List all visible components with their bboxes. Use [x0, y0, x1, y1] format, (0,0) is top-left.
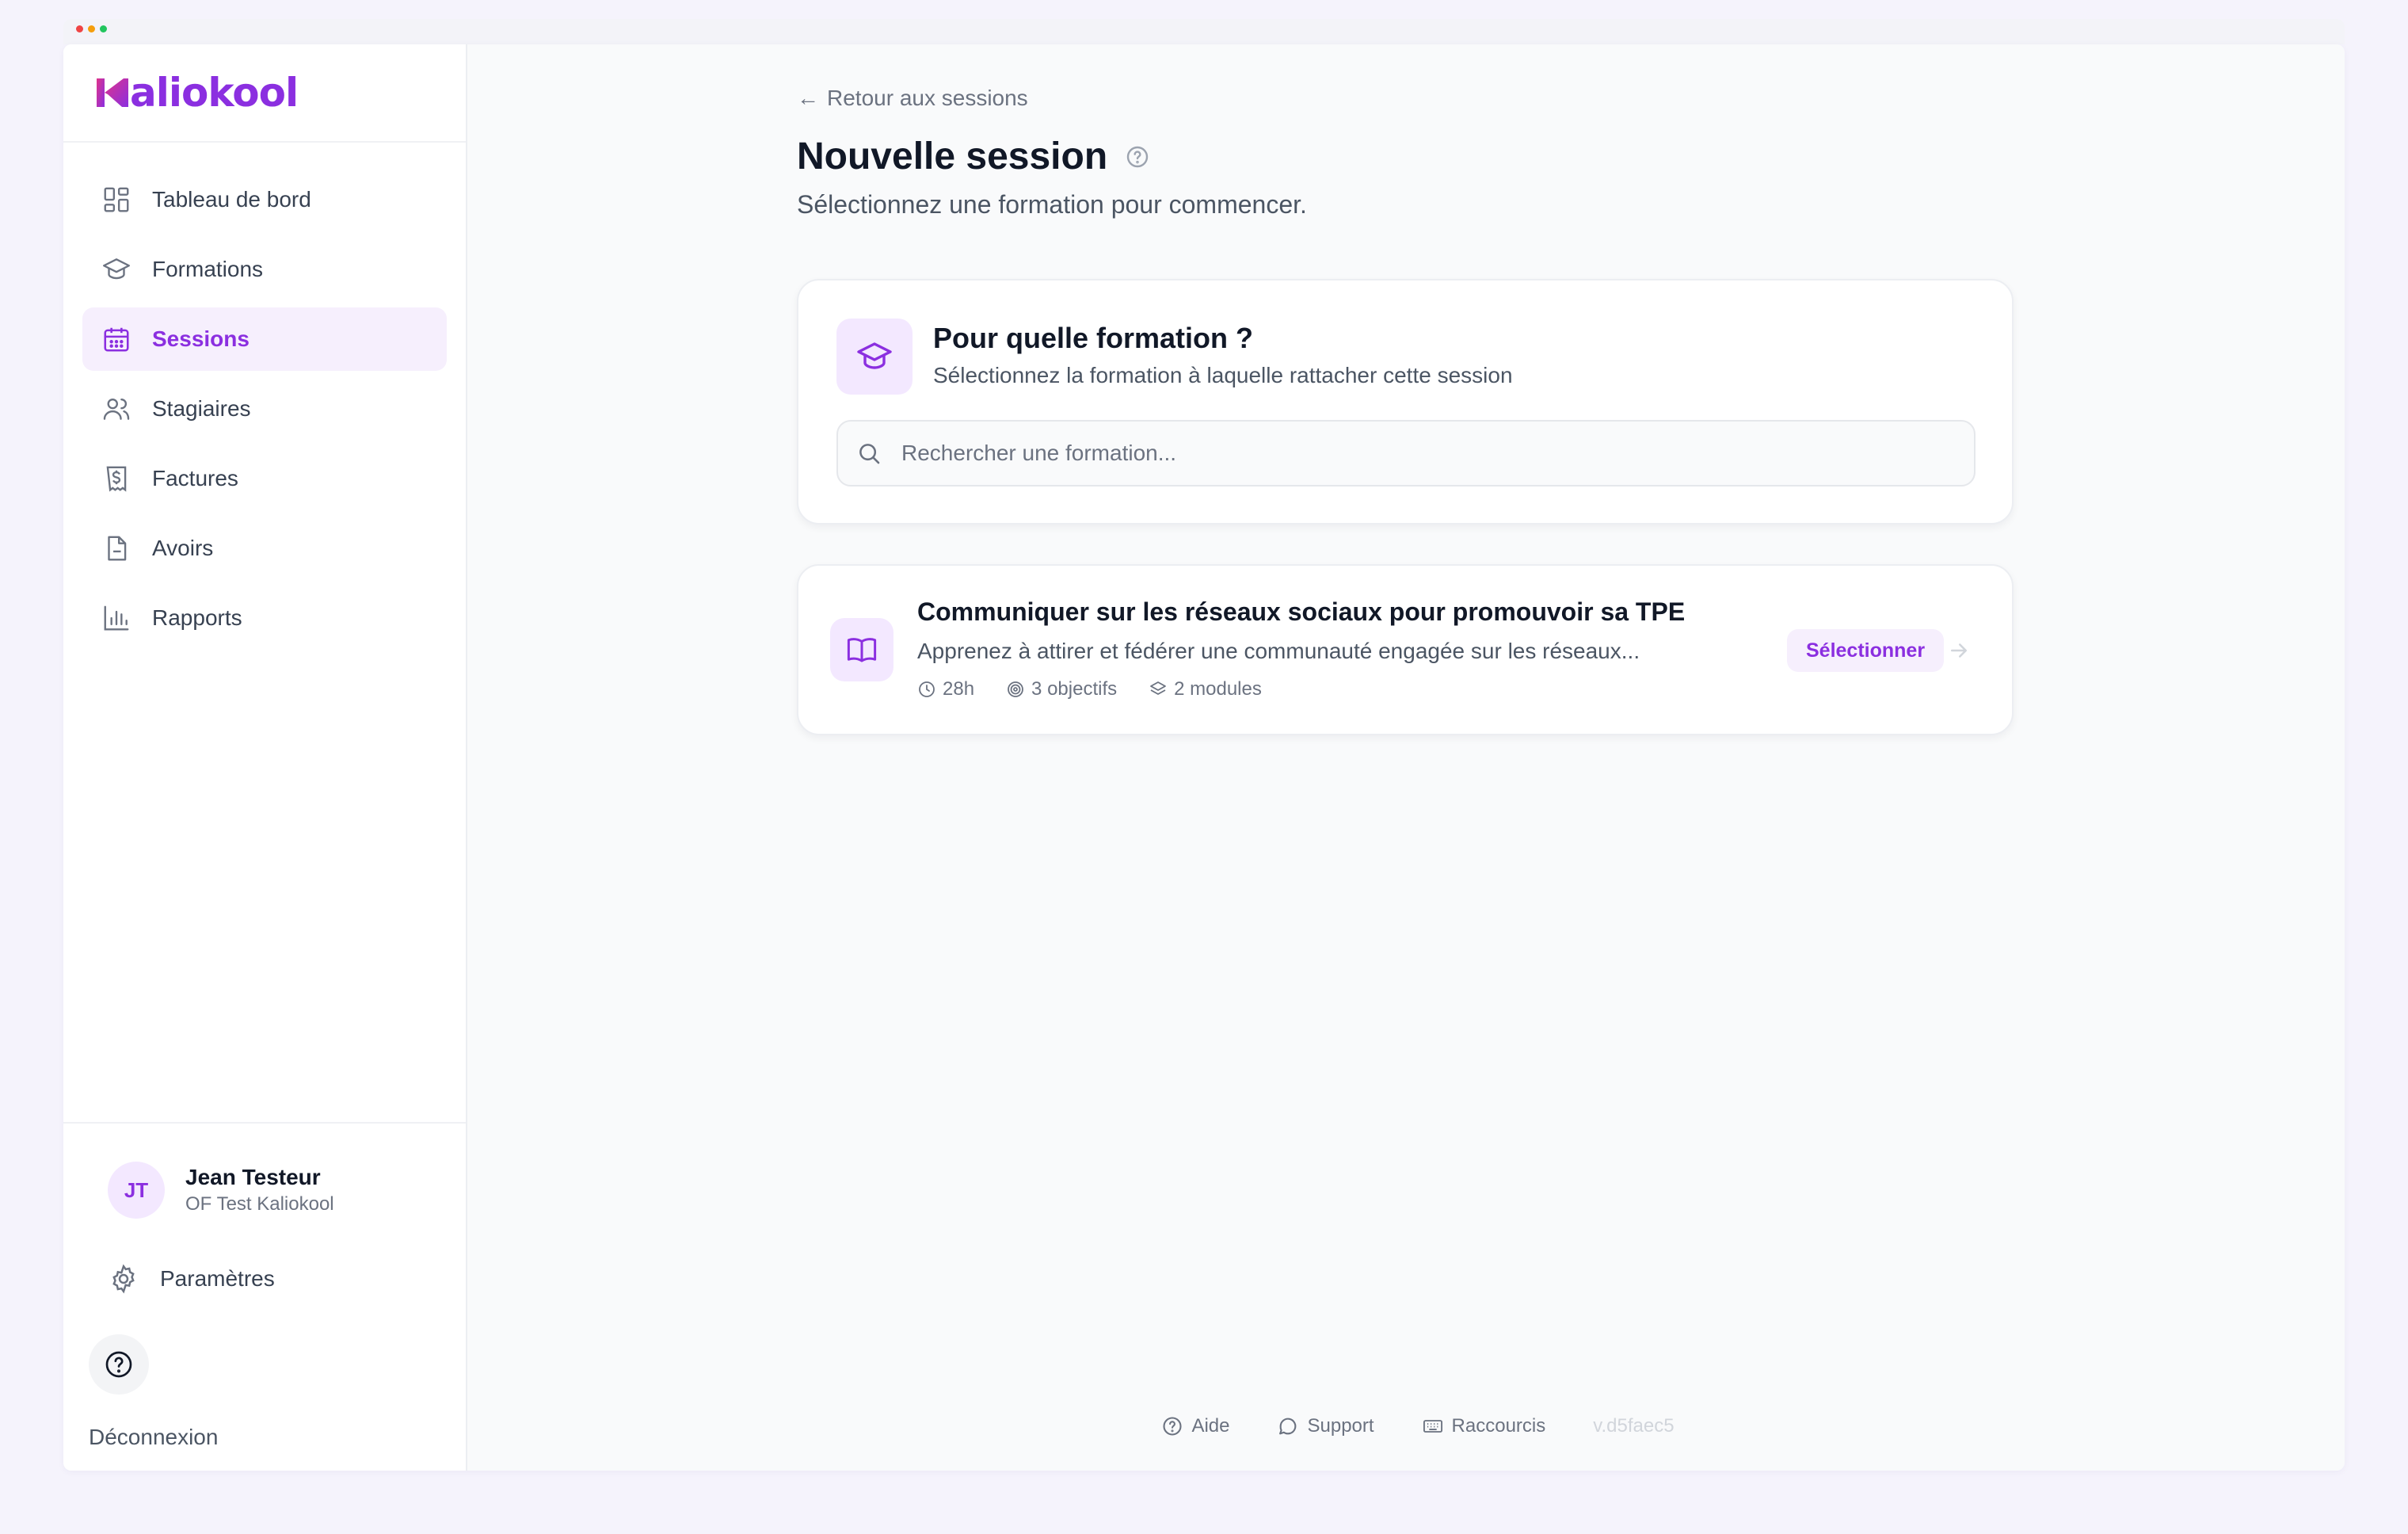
objectives-value: 3 objectifs [1031, 678, 1118, 700]
footer-support-link[interactable]: Support [1277, 1415, 1374, 1437]
logo-area: aliokool [63, 44, 466, 143]
sidebar-item-label: Stagiaires [152, 396, 251, 421]
picker-title: Pour quelle formation ? [933, 322, 1254, 354]
app-window: aliokool Tableau de bord Formations Sess… [63, 44, 2345, 1471]
picker-subtitle: Sélectionnez la formation à laquelle rat… [933, 363, 1513, 387]
question-circle-icon [105, 1351, 132, 1378]
page-subtitle: Sélectionnez une formation pour commence… [797, 190, 1307, 219]
user-profile[interactable]: JT Jean Testeur OF Test Kaliokool [108, 1162, 334, 1219]
footer-shortcuts-label: Raccourcis [1451, 1415, 1546, 1437]
back-label: Retour aux sessions [827, 86, 1028, 110]
sidebar-item-factures[interactable]: Factures [82, 447, 447, 510]
target-icon [1008, 681, 1023, 697]
duration-meta: 28h [917, 678, 974, 700]
formation-description: Apprenez à attirer et fédérer une commun… [917, 639, 1640, 663]
main-content: ← Retour aux sessions Nouvelle session S… [467, 44, 2345, 1471]
duration-value: 28h [943, 678, 975, 700]
keyboard-icon [1423, 1420, 1442, 1433]
file-minus-icon [108, 536, 127, 561]
modules-value: 2 modules [1174, 678, 1262, 700]
sidebar-item-label: Sessions [152, 326, 250, 351]
sidebar-item-stagiaires[interactable]: Stagiaires [82, 377, 447, 441]
sidebar-item-avoirs[interactable]: Avoirs [82, 517, 447, 580]
user-org: OF Test Kaliokool [185, 1193, 334, 1215]
sidebar-item-label: Rapports [152, 605, 242, 630]
avatar: JT [108, 1162, 165, 1219]
user-name: Jean Testeur [185, 1165, 321, 1189]
formation-icon-box [830, 618, 893, 681]
chat-bubble-icon [1279, 1418, 1297, 1435]
arrow-left-icon: ← [797, 86, 819, 110]
help-icon[interactable] [1125, 144, 1150, 170]
graduation-cap-icon [857, 342, 892, 369]
question-circle-icon [1163, 1417, 1182, 1436]
logout-link[interactable]: Déconnexion [89, 1425, 218, 1450]
footer-help-link[interactable]: Aide [1161, 1415, 1229, 1437]
arrow-right-icon[interactable] [1947, 639, 1971, 662]
page-title: Nouvelle session [797, 135, 1108, 177]
minimize-window-dot[interactable] [88, 25, 95, 32]
sidebar-item-label: Formations [152, 257, 264, 281]
title-row: Nouvelle session [797, 135, 1150, 178]
help-button[interactable] [89, 1334, 149, 1395]
search-icon [859, 444, 880, 464]
sidebar-item-label: Tableau de bord [152, 187, 311, 212]
graduation-cap-icon [102, 258, 131, 280]
back-link[interactable]: ← Retour aux sessions [797, 86, 1028, 111]
sidebar-item-sessions[interactable]: Sessions [82, 307, 447, 371]
receipt-dollar-icon [106, 466, 127, 492]
search-input[interactable] [901, 441, 1931, 466]
brand-name: aliokool [130, 70, 299, 116]
window-titlebar [63, 19, 2345, 44]
sidebar-item-rapports[interactable]: Rapports [82, 586, 447, 650]
footer-help-label: Aide [1191, 1415, 1230, 1437]
formation-list-item[interactable]: Communiquer sur les réseaux sociaux pour… [797, 564, 2014, 735]
user-info: Jean Testeur OF Test Kaliokool [185, 1165, 334, 1215]
formation-meta: 28h 3 objectifs 2 modules [917, 678, 1294, 700]
layers-icon [1150, 681, 1167, 695]
calendar-icon [104, 327, 129, 352]
search-box [836, 420, 1976, 487]
settings-label: Paramètres [160, 1266, 275, 1291]
brand-logo[interactable]: aliokool [95, 70, 299, 116]
window-controls [76, 25, 107, 32]
sidebar-item-tableau-de-bord[interactable]: Tableau de bord [82, 168, 447, 231]
objectives-meta: 3 objectifs [1006, 678, 1117, 700]
formation-picker-card: Pour quelle formation ? Sélectionnez la … [797, 279, 2014, 525]
modules-meta: 2 modules [1149, 678, 1262, 700]
footer-support-label: Support [1307, 1415, 1374, 1437]
select-formation-button[interactable]: Sélectionner [1787, 629, 1945, 672]
maximize-window-dot[interactable] [100, 25, 107, 32]
bar-chart-icon [104, 605, 129, 631]
sidebar-nav: Tableau de bord Formations Sessions Stag… [63, 143, 466, 650]
logo-k-icon [97, 78, 128, 107]
sidebar: aliokool Tableau de bord Formations Sess… [63, 44, 467, 1471]
clock-icon [919, 681, 935, 697]
picker-icon-box [836, 319, 913, 395]
page-footer: Aide Support Raccourcis v.d5faec5 [467, 1415, 2345, 1437]
app-version: v.d5faec5 [1593, 1415, 1675, 1437]
footer-shortcuts-link[interactable]: Raccourcis [1422, 1415, 1546, 1437]
sidebar-footer: JT Jean Testeur OF Test Kaliokool Paramè… [63, 1122, 466, 1471]
sidebar-item-label: Factures [152, 466, 238, 490]
sidebar-item-formations[interactable]: Formations [82, 238, 447, 301]
sidebar-item-label: Avoirs [152, 536, 214, 560]
close-window-dot[interactable] [76, 25, 83, 32]
users-icon [103, 398, 130, 420]
gear-icon [112, 1264, 135, 1294]
book-open-icon [847, 638, 877, 662]
formation-title: Communiquer sur les réseaux sociaux pour… [917, 597, 1686, 626]
settings-link[interactable]: Paramètres [108, 1263, 275, 1295]
dashboard-icon [104, 187, 129, 212]
